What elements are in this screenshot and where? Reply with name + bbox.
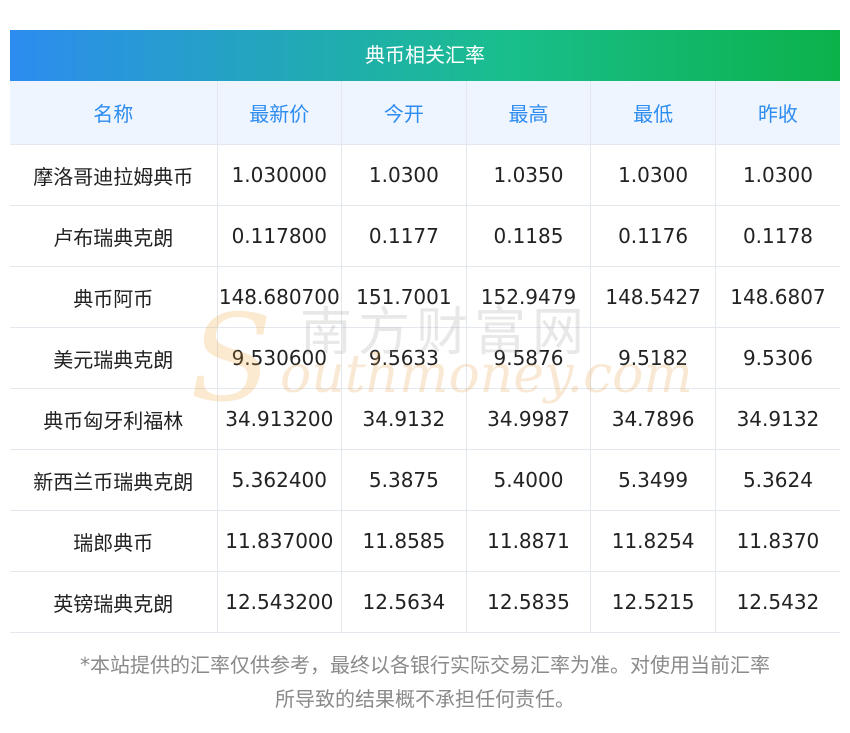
table-row: 新西兰币瑞典克朗 5.362400 5.3875 5.4000 5.3499 5… [10,449,840,511]
table-title: 典币相关汇率 [10,30,840,81]
high-cell: 9.5876 [465,327,592,389]
high-cell: 5.4000 [465,449,592,511]
column-header-latest: 最新价 [216,81,343,145]
column-header-open: 今开 [341,81,467,145]
column-header-high: 最高 [465,81,592,145]
table-row: 摩洛哥迪拉姆典币 1.030000 1.0300 1.0350 1.0300 1… [10,144,840,206]
currency-pair-cell: 新西兰币瑞典克朗 [10,449,218,511]
latest-cell: 11.837000 [216,510,343,572]
open-cell: 0.1177 [341,205,467,267]
prev-close-cell: 0.1178 [714,205,840,267]
open-cell: 12.5634 [341,571,467,633]
prev-close-cell: 148.6807 [714,266,840,328]
column-header-prev-close: 昨收 [714,81,840,145]
open-cell: 151.7001 [341,266,467,328]
table-row: 典币匈牙利福林 34.913200 34.9132 34.9987 34.789… [10,388,840,450]
high-cell: 11.8871 [465,510,592,572]
low-cell: 12.5215 [590,571,716,633]
table-row: 瑞郎典币 11.837000 11.8585 11.8871 11.8254 1… [10,510,840,572]
open-cell: 5.3875 [341,449,467,511]
high-cell: 152.9479 [465,266,592,328]
low-cell: 5.3499 [590,449,716,511]
low-cell: 1.0300 [590,144,716,206]
table-row: 典币阿币 148.680700 151.7001 152.9479 148.54… [10,266,840,328]
currency-pair-cell: 美元瑞典克朗 [10,327,218,389]
high-cell: 12.5835 [465,571,592,633]
disclaimer-note: *本站提供的汇率仅供参考，最终以各银行实际交易汇率为准。对使用当前汇率 所导致的… [0,648,850,716]
currency-pair-cell: 典币阿币 [10,266,218,328]
low-cell: 11.8254 [590,510,716,572]
low-cell: 34.7896 [590,388,716,450]
open-cell: 9.5633 [341,327,467,389]
prev-close-cell: 12.5432 [714,571,840,633]
prev-close-cell: 11.8370 [714,510,840,572]
column-header-name: 名称 [10,81,218,145]
prev-close-cell: 1.0300 [714,144,840,206]
currency-pair-cell: 典币匈牙利福林 [10,388,218,450]
low-cell: 0.1176 [590,205,716,267]
currency-pair-cell: 瑞郎典币 [10,510,218,572]
table-header-row: 名称 最新价 今开 最高 最低 昨收 [10,81,840,145]
disclaimer-line-1: *本站提供的汇率仅供参考，最终以各银行实际交易汇率为准。对使用当前汇率 [80,653,770,677]
open-cell: 1.0300 [341,144,467,206]
latest-cell: 148.680700 [216,266,343,328]
prev-close-cell: 5.3624 [714,449,840,511]
low-cell: 9.5182 [590,327,716,389]
table-row: 美元瑞典克朗 9.530600 9.5633 9.5876 9.5182 9.5… [10,327,840,389]
latest-cell: 34.913200 [216,388,343,450]
prev-close-cell: 9.5306 [714,327,840,389]
table-row: 卢布瑞典克朗 0.117800 0.1177 0.1185 0.1176 0.1… [10,205,840,267]
open-cell: 11.8585 [341,510,467,572]
exchange-rate-table: 名称 最新价 今开 最高 最低 昨收 摩洛哥迪拉姆典币 1.030000 1.0… [10,81,840,633]
latest-cell: 12.543200 [216,571,343,633]
latest-cell: 0.117800 [216,205,343,267]
low-cell: 148.5427 [590,266,716,328]
currency-pair-cell: 摩洛哥迪拉姆典币 [10,144,218,206]
prev-close-cell: 34.9132 [714,388,840,450]
high-cell: 34.9987 [465,388,592,450]
latest-cell: 5.362400 [216,449,343,511]
table-row: 英镑瑞典克朗 12.543200 12.5634 12.5835 12.5215… [10,571,840,633]
column-header-low: 最低 [590,81,716,145]
latest-cell: 1.030000 [216,144,343,206]
exchange-rate-panel: 典币相关汇率 名称 最新价 今开 最高 最低 昨收 摩洛哥迪拉姆典币 1.030… [10,30,840,633]
currency-pair-cell: 英镑瑞典克朗 [10,571,218,633]
high-cell: 1.0350 [465,144,592,206]
open-cell: 34.9132 [341,388,467,450]
currency-pair-cell: 卢布瑞典克朗 [10,205,218,267]
latest-cell: 9.530600 [216,327,343,389]
disclaimer-line-2: 所导致的结果概不承担任何责任。 [275,687,575,711]
high-cell: 0.1185 [465,205,592,267]
